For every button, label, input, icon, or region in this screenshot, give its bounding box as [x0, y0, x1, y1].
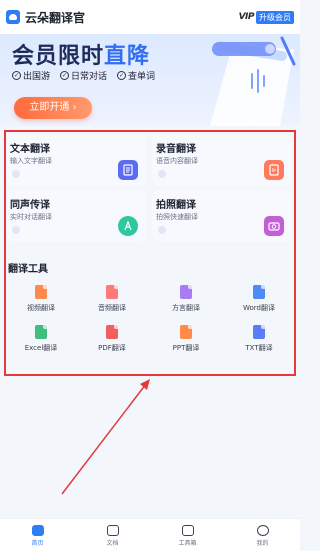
tool-label: 方言翻译 — [172, 304, 200, 312]
tool-pdf-translate[interactable]: PDF翻译 — [82, 325, 142, 357]
profile-icon — [256, 525, 269, 536]
card-text-translate[interactable]: 文本翻译 输入文字翻译 — [6, 134, 146, 186]
video-file-icon — [35, 285, 47, 299]
card-subtitle: 拍照快速翻译 — [156, 213, 198, 221]
tool-label: Word翻译 — [243, 304, 275, 312]
tool-label: 视频翻译 — [27, 304, 55, 312]
nav-label: 工具箱 — [178, 540, 197, 547]
nav-home[interactable]: 首页 — [8, 525, 68, 547]
nav-toolbox[interactable]: 工具箱 — [158, 525, 218, 547]
card-dot — [12, 170, 20, 178]
card-title: 拍照翻译 — [156, 200, 196, 211]
banner-title-highlight: 直降 — [104, 44, 151, 69]
nav-documents[interactable]: 文档 — [83, 525, 143, 547]
tool-label: PDF翻译 — [98, 344, 126, 352]
banner-feature: ✓ 出国游 — [12, 69, 50, 82]
card-subtitle: 语音内容翻译 — [156, 157, 198, 165]
card-photo-translate[interactable]: 拍照翻译 拍照快速翻译 — [152, 190, 292, 242]
translate-a-icon — [118, 216, 138, 236]
top-bar: 云朵翻译官 VIP 升级会员 — [0, 0, 300, 34]
audio-file-icon — [264, 160, 284, 180]
ppt-file-icon — [180, 325, 192, 339]
tool-video-translate[interactable]: 视频翻译 — [11, 285, 71, 317]
tool-audio-translate[interactable]: 音频翻译 — [82, 285, 142, 317]
vip-upgrade[interactable]: VIP 升级会员 — [238, 10, 294, 24]
card-simultaneous-interpretation[interactable]: 同声传译 实时对话翻译 — [6, 190, 146, 242]
tool-label: TXT翻译 — [245, 344, 273, 352]
card-title: 文本翻译 — [10, 144, 50, 155]
check-icon: ✓ — [117, 71, 127, 80]
check-icon: ✓ — [12, 71, 21, 80]
txt-file-icon — [253, 325, 265, 339]
feature-label: 出国游 — [23, 72, 51, 82]
tool-word-translate[interactable]: Word翻译 — [229, 285, 289, 317]
nav-label: 首页 — [31, 540, 44, 547]
excel-file-icon — [35, 325, 47, 339]
bottom-nav: 首页 文档 工具箱 我的 — [0, 518, 300, 551]
document-icon — [118, 160, 138, 180]
card-subtitle: 实时对话翻译 — [10, 213, 52, 221]
vip-upgrade-badge[interactable]: 升级会员 — [256, 10, 294, 24]
promo-banner[interactable]: 会员限时直降 ✓ 出国游 ✓ 日常对话 ✓ 查单词 立即开通 › — [0, 34, 300, 126]
tool-label: 音频翻译 — [98, 304, 126, 312]
nav-label: 文档 — [106, 540, 119, 547]
home-icon — [31, 525, 44, 536]
card-dot — [158, 226, 166, 234]
tool-label: Excel翻译 — [24, 344, 58, 352]
check-icon: ✓ — [60, 71, 70, 80]
document-icon — [106, 525, 119, 536]
app-title: 云朵翻译官 — [25, 10, 86, 25]
open-membership-button[interactable]: 立即开通 › — [14, 97, 92, 119]
banner-title: 会员限时直降 — [12, 38, 150, 70]
nav-label: 我的 — [256, 540, 269, 547]
word-file-icon — [253, 285, 265, 299]
tool-dialect-translate[interactable]: 方言翻译 — [156, 285, 216, 317]
nav-profile[interactable]: 我的 — [233, 525, 293, 547]
dialect-file-icon — [180, 285, 192, 299]
tools-section-title: 翻译工具 — [8, 264, 48, 275]
vip-icon: VIP — [238, 12, 255, 22]
card-audio-translate[interactable]: 录音翻译 语音内容翻译 — [152, 134, 292, 186]
tool-label: PPT翻译 — [172, 344, 200, 352]
banner-title-main: 会员限时 — [12, 44, 105, 69]
card-subtitle: 输入文字翻译 — [10, 157, 52, 165]
banner-feature: ✓ 查单词 — [117, 69, 155, 82]
card-dot — [12, 226, 20, 234]
feature-label: 查单词 — [128, 72, 156, 82]
tool-excel-translate[interactable]: Excel翻译 — [11, 325, 71, 357]
audio-file-icon — [106, 285, 118, 299]
banner-illustration — [210, 36, 296, 126]
camera-icon — [264, 216, 284, 236]
tool-txt-translate[interactable]: TXT翻译 — [229, 325, 289, 357]
feature-label: 日常对话 — [71, 72, 108, 82]
card-dot — [158, 170, 166, 178]
app-logo-icon — [6, 10, 20, 24]
card-title: 同声传译 — [10, 200, 50, 211]
tool-ppt-translate[interactable]: PPT翻译 — [156, 325, 216, 357]
banner-features: ✓ 出国游 ✓ 日常对话 ✓ 查单词 — [12, 69, 155, 82]
banner-feature: ✓ 日常对话 — [60, 69, 107, 82]
pdf-file-icon — [106, 325, 118, 339]
card-title: 录音翻译 — [156, 144, 196, 155]
toolbox-icon — [181, 525, 194, 536]
